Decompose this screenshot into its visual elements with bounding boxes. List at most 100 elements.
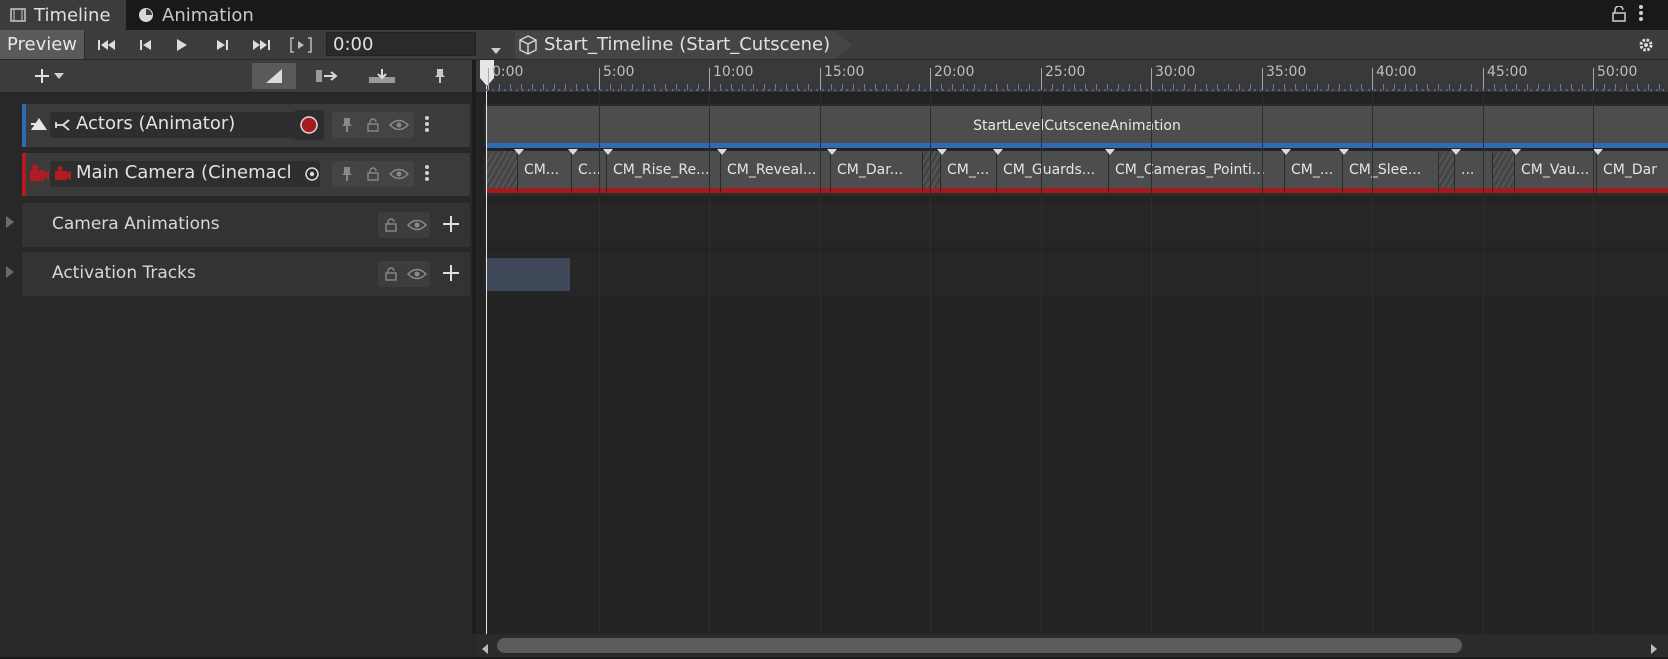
- clip-red-bar: [1597, 188, 1668, 193]
- grid-line: [1593, 92, 1594, 634]
- camera-shot-clip[interactable]: CM_Dar...: [830, 151, 922, 193]
- group-camera-animations[interactable]: Camera Animations: [22, 203, 470, 247]
- window-menu-icon[interactable]: [1638, 4, 1644, 26]
- clip-red-bar: [1109, 188, 1284, 193]
- expand-arrow-icon[interactable]: [6, 266, 14, 278]
- eye-icon[interactable]: [386, 161, 412, 187]
- camera-shot-clip[interactable]: CM_Guards...: [996, 151, 1108, 193]
- clip-red-bar: [572, 188, 606, 193]
- breadcrumb[interactable]: Start_Timeline (Start_Cutscene): [518, 30, 830, 59]
- grid-line: [1483, 92, 1484, 634]
- eye-icon[interactable]: [404, 261, 430, 287]
- camera-shot-clip[interactable]: CM_...: [1284, 151, 1342, 193]
- clip-label: CM_Slee...: [1349, 162, 1422, 178]
- camera-shot-clip[interactable]: ...: [1454, 151, 1492, 193]
- eye-icon[interactable]: [404, 212, 430, 238]
- pin-icon[interactable]: [334, 112, 360, 138]
- group-controls: [378, 212, 430, 238]
- previous-frame-icon[interactable]: [132, 32, 160, 57]
- clip-start-marker: [1281, 149, 1291, 155]
- activation-clip[interactable]: [486, 258, 570, 291]
- lock-icon[interactable]: [360, 161, 386, 187]
- expand-arrow-icon[interactable]: [6, 216, 14, 228]
- camera-shot-clip[interactable]: CM_Dar: [1596, 151, 1668, 193]
- track-controls: [332, 161, 414, 187]
- clip-red-bar: [487, 188, 517, 193]
- track-actors[interactable]: Actors (Animator): [22, 104, 470, 147]
- add-icon[interactable]: [442, 215, 460, 237]
- camera-shot-clip[interactable]: C...: [571, 151, 606, 193]
- track-menu-icon[interactable]: [424, 163, 430, 187]
- camera-shot-clip[interactable]: CM...: [517, 151, 571, 193]
- clip-start-marker: [1511, 149, 1521, 155]
- next-frame-icon[interactable]: [208, 32, 236, 57]
- group-name: Camera Animations: [52, 214, 220, 234]
- clip-start-marker: [717, 149, 727, 155]
- lock-window-icon[interactable]: [1612, 5, 1626, 26]
- track-menu-icon[interactable]: [424, 114, 430, 138]
- clip-label: ...: [1461, 162, 1475, 178]
- replace-mode-icon[interactable]: [360, 63, 404, 89]
- clip-start-marker: [827, 149, 837, 155]
- track-main-camera[interactable]: Main Camera (Cinemachine: [22, 153, 470, 196]
- settings-gear-icon[interactable]: [1628, 33, 1664, 57]
- record-button[interactable]: [294, 110, 324, 140]
- clip-red-bar: [997, 188, 1108, 193]
- actors-animation-clip[interactable]: StartLevelCutsceneAnimation: [486, 106, 1668, 148]
- lock-icon[interactable]: [360, 112, 386, 138]
- camera-shot-clip[interactable]: CM_Reveal...: [720, 151, 830, 193]
- clip-label: CM_Guards...: [1003, 162, 1096, 178]
- lock-icon[interactable]: [378, 212, 404, 238]
- clip-label: CM_Dar...: [837, 162, 904, 178]
- clip-red-bar: [607, 188, 720, 193]
- dropdown-arrow-icon[interactable]: [490, 40, 502, 59]
- go-to-start-icon[interactable]: [92, 32, 122, 57]
- camera-shot-clip[interactable]: CM_...: [940, 151, 996, 193]
- scrollbar-thumb[interactable]: [497, 638, 1462, 653]
- play-range-icon[interactable]: [286, 32, 316, 57]
- clip-label: CM_...: [947, 162, 990, 178]
- ruler-tick-label: 5:00: [603, 64, 635, 80]
- play-icon[interactable]: [168, 32, 196, 57]
- scroll-left-icon[interactable]: [481, 640, 489, 659]
- camera-shot-clip[interactable]: CM_Slee...: [1342, 151, 1438, 193]
- ripple-mode-icon[interactable]: [252, 63, 296, 89]
- clip-label: CM_...: [1291, 162, 1334, 178]
- add-track-button[interactable]: [26, 63, 74, 89]
- camera-shot-clip[interactable]: CM_Vau...: [1514, 151, 1596, 193]
- lock-icon[interactable]: [378, 261, 404, 287]
- group-activation-tracks[interactable]: Activation Tracks: [22, 252, 470, 296]
- ruler-tick-label: 10:00: [713, 64, 754, 80]
- ruler-tick-label: 50:00: [1597, 64, 1638, 80]
- current-time-field[interactable]: 0:00: [326, 32, 476, 56]
- tab-animation[interactable]: Animation: [128, 0, 278, 30]
- snap-to-frame-icon[interactable]: [306, 63, 350, 89]
- ruler-marker-strip: [486, 89, 1668, 91]
- pin-icon[interactable]: [334, 161, 360, 187]
- track-color-bar: [22, 153, 26, 196]
- group-controls: [378, 261, 430, 287]
- camera-shot-clip[interactable]: CM_Cameras_Pointi...: [1108, 151, 1284, 193]
- preview-button[interactable]: Preview: [0, 30, 85, 59]
- animator-binding-field[interactable]: Actors (Animator): [50, 112, 320, 138]
- tab-timeline[interactable]: Timeline: [0, 0, 126, 30]
- object-picker-icon[interactable]: [304, 166, 320, 186]
- clip-red-bar: [1343, 188, 1438, 193]
- go-to-end-icon[interactable]: [246, 32, 276, 57]
- tab-label: Animation: [162, 4, 254, 26]
- animator-icon: [54, 117, 72, 137]
- clip-blend-region: [1492, 151, 1514, 193]
- camera-binding-field[interactable]: Main Camera (Cinemachine: [50, 161, 320, 187]
- clip-red-bar: [518, 188, 571, 193]
- eye-icon[interactable]: [386, 112, 412, 138]
- pin-icon[interactable]: [420, 63, 460, 89]
- ruler-tick-label: 40:00: [1376, 64, 1417, 80]
- ruler-major-tick: [599, 68, 600, 90]
- ruler-tick-label: 35:00: [1266, 64, 1307, 80]
- camera-shot-clip[interactable]: CM_Rise_Re...: [606, 151, 720, 193]
- add-icon[interactable]: [442, 264, 460, 286]
- ruler-tick-label: 30:00: [1155, 64, 1196, 80]
- scroll-right-icon[interactable]: [1650, 640, 1658, 659]
- clip-blend-region: [1438, 151, 1454, 193]
- clip-label: CM_Vau...: [1521, 162, 1590, 178]
